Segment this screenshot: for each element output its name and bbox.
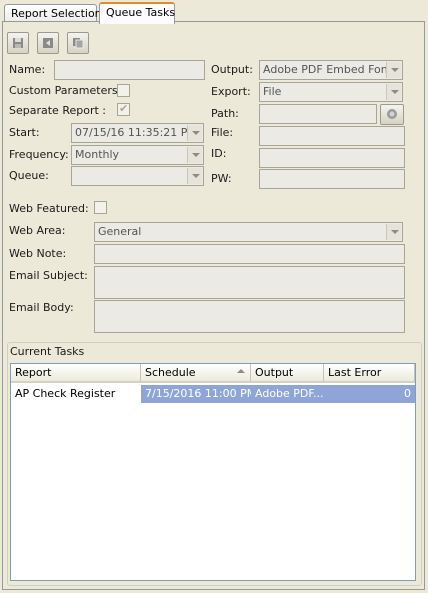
frequency-select[interactable]: Monthly: [71, 145, 204, 165]
path-label: Path:: [211, 107, 239, 120]
tab-queue-tasks[interactable]: Queue Tasks: [99, 2, 175, 24]
cell-schedule: 7/15/2016 11:00 PM: [141, 385, 251, 403]
chevron-down-icon[interactable]: [187, 168, 202, 184]
web-note-field[interactable]: [94, 244, 405, 264]
start-value: 07/15/16 11:35:21 PM: [75, 126, 197, 139]
table-row[interactable]: AP Check Register 7/15/2016 11:00 PM Ado…: [11, 364, 415, 404]
output-select[interactable]: Adobe PDF Embed Font|*: [259, 60, 403, 80]
undo-icon: [43, 38, 53, 48]
separate-report-label: Separate Report :: [9, 104, 106, 117]
chevron-down-icon[interactable]: [386, 62, 401, 78]
tab-queue-tasks-label: Queue Tasks: [106, 6, 176, 19]
email-body-field[interactable]: [94, 300, 405, 333]
cell-last-error: 0: [324, 385, 415, 403]
web-area-value: General: [98, 225, 142, 238]
file-label: File:: [211, 126, 234, 139]
custom-parameters-checkbox[interactable]: [117, 84, 130, 97]
email-subject-field[interactable]: [94, 266, 405, 299]
copy-button[interactable]: [67, 32, 89, 54]
export-select[interactable]: File: [259, 82, 403, 102]
start-label: Start:: [9, 126, 40, 139]
path-field[interactable]: [259, 104, 377, 124]
current-tasks-table: Report Schedule Output Last Error AP Che…: [10, 363, 416, 581]
email-subject-label: Email Subject:: [9, 269, 88, 282]
export-label: Export:: [211, 85, 251, 98]
web-featured-label: Web Featured:: [9, 202, 89, 215]
current-tasks-title: Current Tasks: [9, 345, 86, 358]
checkmark-icon: ✔: [119, 102, 129, 115]
queue-select[interactable]: [71, 166, 204, 186]
frequency-value: Monthly: [75, 148, 120, 161]
web-area-label: Web Area:: [9, 224, 66, 237]
name-label: Name:: [9, 63, 46, 76]
chevron-down-icon[interactable]: [386, 224, 401, 240]
output-value: Adobe PDF Embed Font|*: [263, 63, 402, 76]
tab-report-selection-label: Report Selection: [11, 7, 102, 20]
email-body-label: Email Body:: [9, 301, 74, 314]
pw-label: PW:: [211, 172, 232, 185]
start-datetime-picker[interactable]: 07/15/16 11:35:21 PM: [71, 123, 204, 143]
chevron-down-icon[interactable]: [187, 147, 202, 163]
browse-path-button[interactable]: [380, 104, 404, 125]
save-icon: [13, 38, 23, 48]
cell-report: AP Check Register: [11, 385, 141, 403]
chevron-down-icon[interactable]: [386, 84, 401, 100]
folder-icon: [387, 109, 397, 119]
pw-field[interactable]: [259, 169, 405, 189]
web-featured-checkbox[interactable]: [94, 201, 107, 214]
id-label: ID:: [211, 147, 227, 160]
cell-output: Adobe PDF...: [251, 385, 324, 403]
queue-label: Queue:: [9, 169, 49, 182]
chevron-down-icon[interactable]: [187, 125, 202, 141]
separate-report-checkbox[interactable]: ✔: [117, 102, 130, 116]
name-field[interactable]: [54, 60, 205, 80]
undo-button[interactable]: [37, 32, 59, 54]
file-field[interactable]: [259, 126, 405, 146]
save-button[interactable]: [7, 32, 29, 54]
copy-icon: [73, 38, 84, 49]
web-note-label: Web Note:: [9, 247, 67, 260]
web-area-select[interactable]: General: [94, 222, 403, 242]
queue-tasks-panel: Name: Custom Parameters: Separate Report…: [2, 21, 425, 590]
frequency-label: Frequency:: [9, 148, 69, 161]
id-field[interactable]: [259, 148, 405, 168]
export-value: File: [263, 85, 282, 98]
custom-parameters-label: Custom Parameters:: [9, 84, 122, 97]
output-label: Output:: [211, 63, 253, 76]
